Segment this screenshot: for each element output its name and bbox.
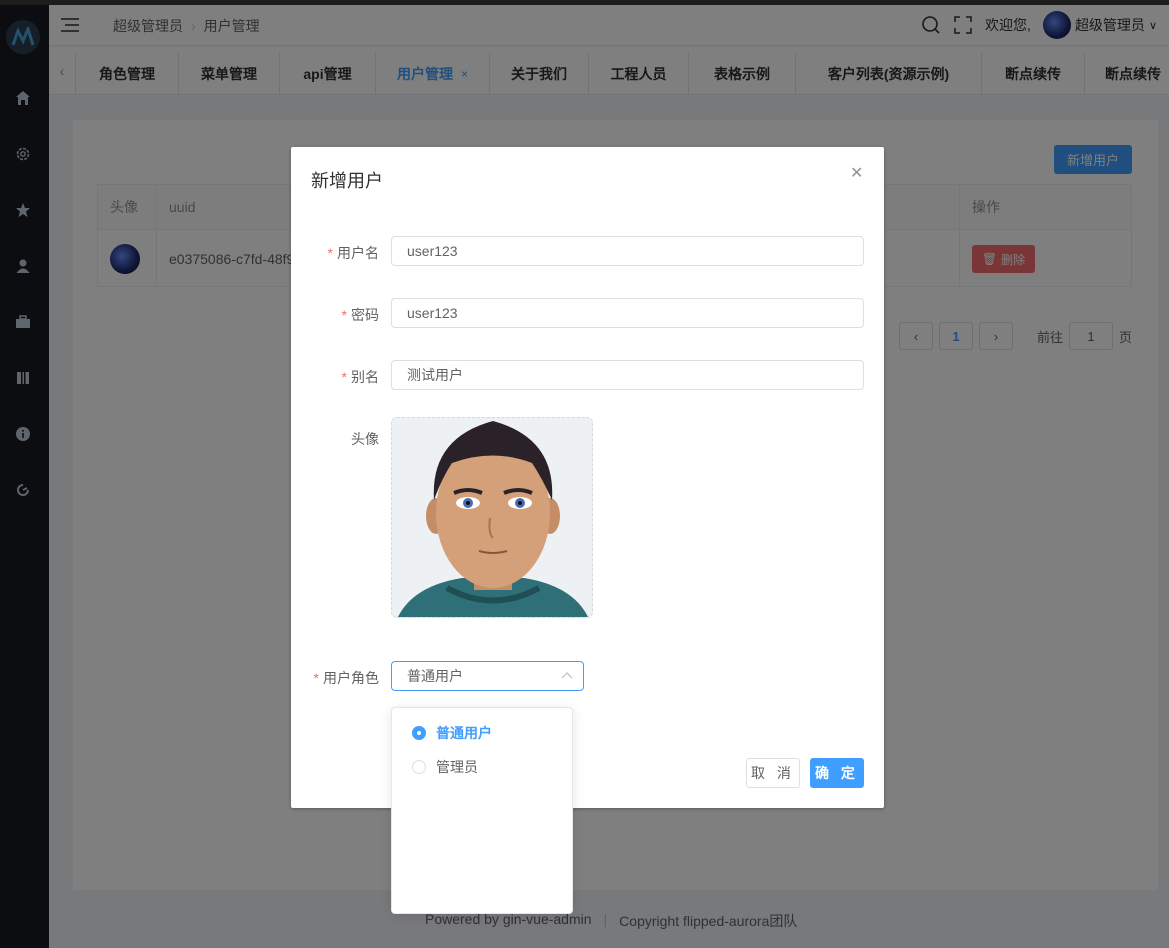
password-field[interactable]: user123 (391, 298, 864, 328)
role-select-value: 普通用户 (407, 668, 463, 684)
option-label: 普通用户 (436, 725, 492, 741)
modal-overlay-sidebar[interactable] (0, 0, 49, 948)
role-dropdown: 普通用户 管理员 (391, 707, 573, 914)
confirm-button[interactable]: 确 定 (810, 758, 864, 788)
nickname-field[interactable]: 测试用户 (391, 360, 864, 390)
close-icon[interactable]: ✕ (850, 166, 864, 182)
avatar-label: 头像 (351, 431, 379, 447)
username-label: * 用户名 (327, 245, 379, 261)
role-label: * 用户角色 (313, 670, 379, 686)
username-field[interactable]: user123 (391, 236, 864, 266)
chevron-up-icon (561, 672, 573, 679)
option-label: 管理员 (436, 759, 478, 775)
dialog-title: 新增用户 (311, 171, 383, 191)
radio-icon (412, 760, 426, 774)
password-label: * 密码 (341, 307, 379, 323)
dropdown-option[interactable]: 管理员 (412, 757, 478, 777)
avatar-image (398, 421, 588, 617)
add-user-dialog: 新增用户 ✕ * 用户名 user123 * 密码 user123 * 别名 测试用户… (291, 147, 884, 808)
role-select[interactable]: 普通用户 (391, 661, 584, 691)
nickname-label: * 别名 (341, 369, 379, 385)
dropdown-option[interactable]: 普通用户 (412, 723, 492, 743)
cancel-button[interactable]: 取 消 (746, 758, 800, 788)
avatar-uploader[interactable] (391, 417, 593, 618)
radio-checked-icon (412, 726, 426, 740)
